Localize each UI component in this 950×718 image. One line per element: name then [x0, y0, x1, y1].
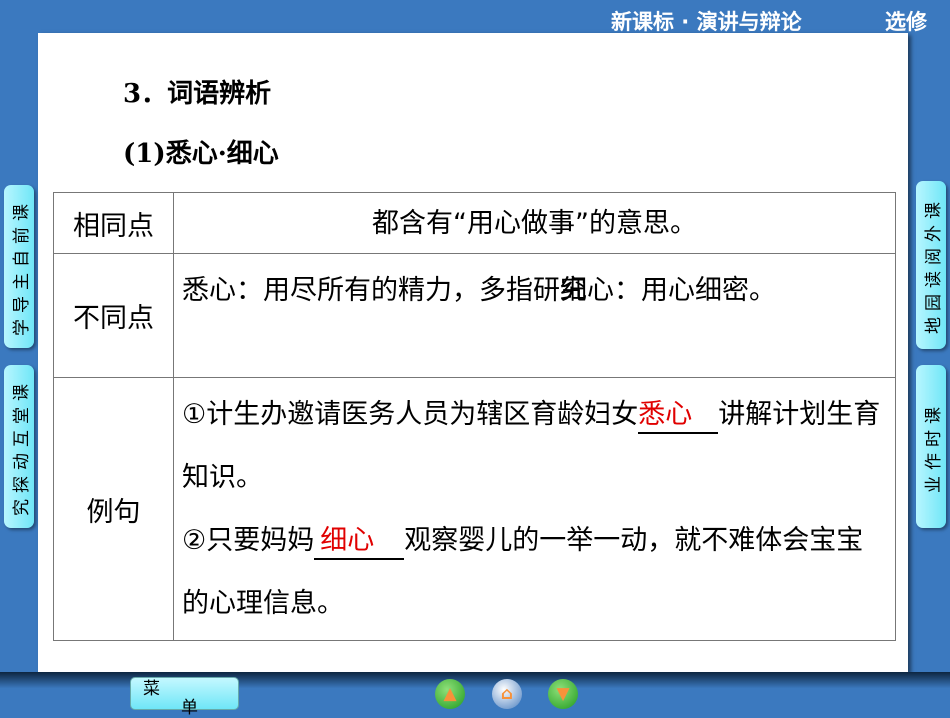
tab-in-class[interactable]: 究探动互堂课	[4, 365, 34, 528]
menu-button[interactable]: 菜 单	[130, 677, 239, 718]
example-2-pre: ②只要妈妈	[182, 525, 315, 556]
tab-pre-class[interactable]: 学导主自前课	[4, 185, 34, 348]
table-row: 相同点 都含有“用心做事”的意思。	[53, 192, 896, 254]
row-label: 不同点	[53, 253, 174, 378]
row-label: 相同点	[53, 192, 174, 254]
comparison-table: 相同点 都含有“用心做事”的意思。 不同点 悉心：用尽所有的精力，多指研究 细心…	[53, 192, 896, 641]
example-1-pre: ①计生办邀请医务人员为辖区育龄妇女	[182, 399, 639, 430]
tab-label: 究探动互堂课	[11, 377, 32, 516]
home-icon[interactable]: ⌂	[492, 679, 522, 709]
tab-label: 地园读阅外课	[923, 196, 944, 334]
tab-homework[interactable]: 业作时课	[916, 365, 946, 528]
table-row: 不同点 悉心：用尽所有的精力，多指研究 细心：用心细密。	[53, 253, 896, 378]
menu-label-a: 菜	[143, 679, 160, 699]
prev-icon[interactable]: ▲	[435, 679, 465, 709]
volume-label: 选修	[885, 10, 927, 34]
course-title: 新课标 · 演讲与辩论	[611, 10, 802, 34]
table-row: 例句 ①计生办邀请医务人员为辖区育龄妇女悉心 讲解计划生育知识。 ②只要妈妈 细心观…	[53, 377, 896, 641]
section-title: 3．词语辨析	[123, 79, 272, 109]
diff-text-a: 悉心：用尽所有的精力，多指研究	[182, 275, 587, 306]
tab-label: 学导主自前课	[11, 197, 32, 336]
row-label: 例句	[53, 377, 174, 641]
example-2-answer: 细心	[314, 524, 405, 560]
menu-label-b: 单	[181, 698, 198, 718]
example-1-answer: 悉心	[638, 398, 719, 434]
next-icon[interactable]: ▼	[548, 679, 578, 709]
subtitle: (1)悉心·细心	[123, 139, 279, 169]
row-text: 都含有“用心做事”的意思。	[173, 192, 896, 254]
tab-label: 业作时课	[923, 400, 944, 493]
tab-extra-reading[interactable]: 地园读阅外课	[916, 181, 946, 349]
